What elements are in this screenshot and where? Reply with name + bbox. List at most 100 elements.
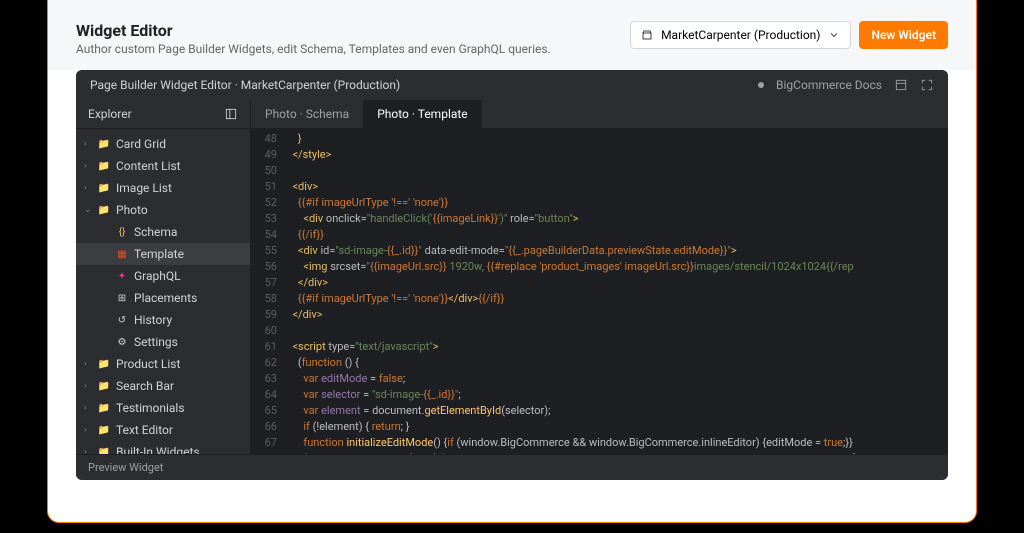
sidebar-item-history[interactable]: ↺History: [76, 309, 250, 331]
code-text[interactable]: {{#if imageUrlType '!==' 'none'}}: [287, 195, 448, 211]
code-line[interactable]: 63 var editMode = false;: [251, 371, 948, 387]
sidebar-item-product-list[interactable]: ›📁Product List: [76, 353, 250, 375]
folder-icon: 📁: [98, 160, 110, 172]
store-icon: [641, 29, 653, 41]
line-number: 61: [251, 339, 287, 355]
code-text[interactable]: </div>: [287, 275, 328, 291]
code-line[interactable]: 61 <script type="text/javascript">: [251, 339, 948, 355]
sidebar-item-card-grid[interactable]: ›📁Card Grid: [76, 133, 250, 155]
editor-panel: Page Builder Widget Editor · MarketCarpe…: [76, 70, 948, 480]
sidebar-item-placements[interactable]: ⊞Placements: [76, 287, 250, 309]
fullscreen-icon[interactable]: [920, 78, 934, 92]
folder-icon: 📁: [98, 138, 110, 150]
explorer-header: Explorer: [76, 100, 250, 129]
line-number: 54: [251, 227, 287, 243]
tab-template[interactable]: Photo · Template: [363, 100, 481, 128]
header-left: Widget Editor Author custom Page Builder…: [76, 21, 551, 56]
code-line[interactable]: 56 <img srcset="{{imageUrl.src}} 1920w, …: [251, 259, 948, 275]
chevron-down-icon: [828, 29, 840, 41]
code-text[interactable]: </style>: [287, 147, 331, 163]
code-line[interactable]: 54 {{/if}}: [251, 227, 948, 243]
titlebar-actions: BigCommerce Docs: [758, 78, 934, 92]
code-line[interactable]: 55 <div id="sd-image-{{_.id}}" data-edit…: [251, 243, 948, 259]
code-line[interactable]: 58 {{#if imageUrlType '!==' 'none'}}</di…: [251, 291, 948, 307]
grid-icon: ⊞: [116, 292, 128, 304]
code-text[interactable]: <script type="text/javascript">: [287, 339, 439, 355]
editor-tabs: Photo · Schema Photo · Template: [251, 100, 948, 129]
line-number: 62: [251, 355, 287, 371]
code-line[interactable]: 52 {{#if imageUrlType '!==' 'none'}}: [251, 195, 948, 211]
code-line[interactable]: 67 function initializeEditMode() {if (wi…: [251, 435, 948, 451]
editor-body: Explorer ›📁Card Grid ›📁Content List ›📁Im…: [76, 100, 948, 454]
line-number: 49: [251, 147, 287, 163]
code-line[interactable]: 57 </div>: [251, 275, 948, 291]
code-line[interactable]: 62 (function () {: [251, 355, 948, 371]
preview-widget-button[interactable]: Preview Widget: [76, 454, 948, 480]
code-text[interactable]: var editMode = false;: [287, 371, 405, 387]
code-text[interactable]: function initializeEditMode() {if (windo…: [287, 435, 853, 451]
code-text[interactable]: var selector = "sd-image-{{_.id}}";: [287, 387, 461, 403]
code-line[interactable]: 66 if (!element) { return; }: [251, 419, 948, 435]
sidebar-item-image-list[interactable]: ›📁Image List: [76, 177, 250, 199]
sidebar-item-search-bar[interactable]: ›📁Search Bar: [76, 375, 250, 397]
code-text[interactable]: {{/if}}: [287, 227, 324, 243]
code-text[interactable]: if (!element) { return; }: [287, 419, 409, 435]
folder-icon: 📁: [98, 424, 110, 436]
editor-main: Photo · Schema Photo · Template 48 }49 <…: [251, 100, 948, 454]
folder-icon: 📁: [98, 358, 110, 370]
code-line[interactable]: 59 </div>: [251, 307, 948, 323]
tab-schema[interactable]: Photo · Schema: [251, 100, 363, 128]
code-text[interactable]: <div onclick="handleClick('{{imageLink}}…: [287, 211, 579, 227]
line-number: 58: [251, 291, 287, 307]
line-number: 64: [251, 387, 287, 403]
code-line[interactable]: 60: [251, 323, 948, 339]
code-text[interactable]: {{#if imageUrlType '!==' 'none'}}</div>{…: [287, 291, 504, 307]
sidebar-item-photo[interactable]: ⌄📁Photo: [76, 199, 250, 221]
code-text[interactable]: var element = document.getElementById(se…: [287, 403, 550, 419]
panel-collapse-icon[interactable]: [224, 107, 238, 121]
line-number: 57: [251, 275, 287, 291]
code-text[interactable]: <img srcset="{{imageUrl.src}} 1920w, {{#…: [287, 259, 854, 275]
gear-icon: ⚙: [116, 336, 128, 348]
code-text[interactable]: <div id="sd-image-{{_.id}}" data-edit-mo…: [287, 243, 737, 259]
history-icon: ↺: [116, 314, 128, 326]
code-text[interactable]: (function () {: [287, 355, 359, 371]
sidebar-item-settings[interactable]: ⚙Settings: [76, 331, 250, 353]
new-widget-button[interactable]: New Widget: [859, 21, 948, 49]
line-number: 59: [251, 307, 287, 323]
folder-icon: 📁: [98, 182, 110, 194]
docs-link[interactable]: BigCommerce Docs: [776, 78, 882, 92]
window-icon[interactable]: [894, 78, 908, 92]
code-line[interactable]: 53 <div onclick="handleClick('{{imageLin…: [251, 211, 948, 227]
folder-icon: 📁: [98, 380, 110, 392]
sidebar-item-builtin[interactable]: ›📁Built-In Widgets: [76, 441, 250, 454]
braces-icon: {}: [116, 226, 128, 238]
code-line[interactable]: 48 }: [251, 131, 948, 147]
sidebar-item-testimonials[interactable]: ›📁Testimonials: [76, 397, 250, 419]
page-header: Widget Editor Author custom Page Builder…: [48, 0, 976, 70]
line-number: 56: [251, 259, 287, 275]
store-dropdown[interactable]: MarketCarpenter (Production): [630, 21, 851, 49]
folder-icon: 📁: [98, 204, 110, 216]
code-line[interactable]: 50: [251, 163, 948, 179]
line-number: 63: [251, 371, 287, 387]
code-line[interactable]: 49 </style>: [251, 147, 948, 163]
graphql-icon: ✦: [116, 270, 128, 282]
sidebar-item-schema[interactable]: {}Schema: [76, 221, 250, 243]
dropdown-label: MarketCarpenter (Production): [661, 28, 820, 42]
line-number: 51: [251, 179, 287, 195]
code-line[interactable]: 64 var selector = "sd-image-{{_.id}}";: [251, 387, 948, 403]
sidebar-item-text-editor[interactable]: ›📁Text Editor: [76, 419, 250, 441]
code-line[interactable]: 51 <div>: [251, 179, 948, 195]
code-line[interactable]: 65 var element = document.getElementById…: [251, 403, 948, 419]
sidebar-item-content-list[interactable]: ›📁Content List: [76, 155, 250, 177]
code-text[interactable]: </div>: [287, 307, 323, 323]
code-text[interactable]: }: [287, 131, 302, 147]
code-text[interactable]: <div>: [287, 179, 318, 195]
explorer-panel: Explorer ›📁Card Grid ›📁Content List ›📁Im…: [76, 100, 251, 454]
line-number: 55: [251, 243, 287, 259]
editor-titlebar: Page Builder Widget Editor · MarketCarpe…: [76, 70, 948, 100]
sidebar-item-graphql[interactable]: ✦GraphQL: [76, 265, 250, 287]
sidebar-item-template[interactable]: ▦Template: [76, 243, 250, 265]
code-editor[interactable]: 48 }49 </style>5051 <div>52 {{#if imageU…: [251, 129, 948, 454]
